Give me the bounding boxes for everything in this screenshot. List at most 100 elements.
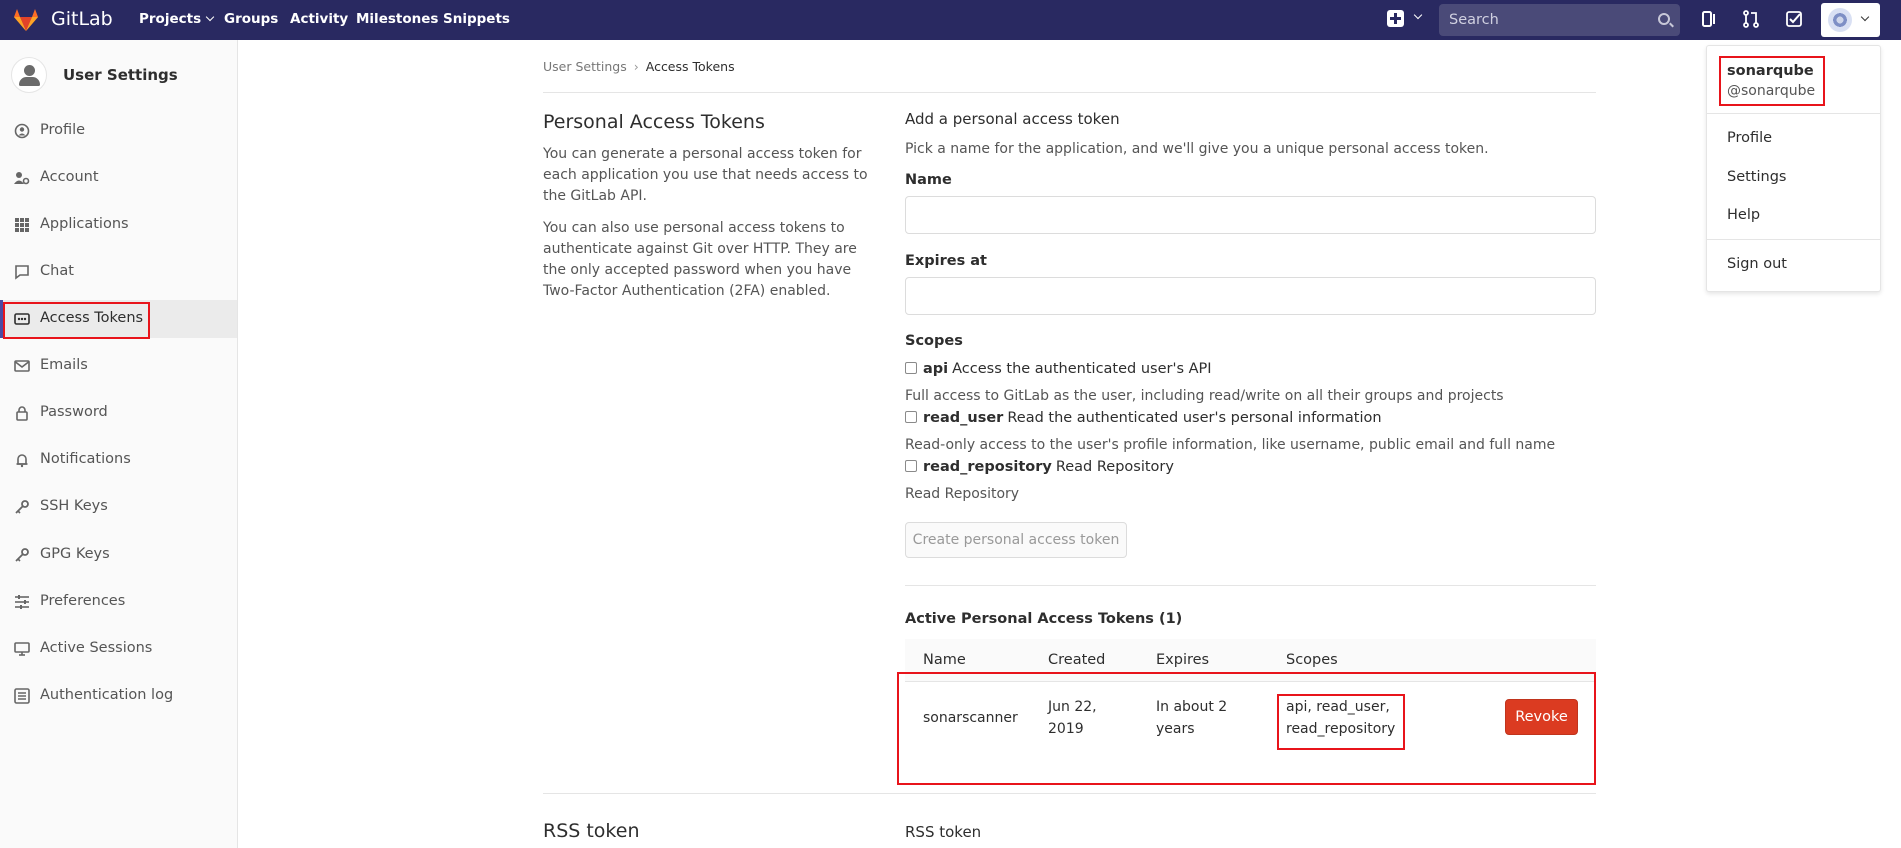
gitlab-logo-icon[interactable] (13, 7, 39, 33)
sidebar-title: User Settings (63, 66, 178, 84)
issues-icon[interactable] (1700, 10, 1718, 28)
sidebar-item-profile[interactable]: Profile (0, 112, 237, 150)
applications-icon (15, 218, 29, 232)
scope-api-description: Full access to GitLab as the user, inclu… (905, 388, 1504, 404)
token-icon (14, 313, 30, 325)
scope-api-label[interactable]: api Access the authenticated user's API (923, 361, 1212, 377)
chevron-down-icon (205, 12, 215, 22)
sidebar-header[interactable]: User Settings (0, 54, 237, 96)
new-item-plus-icon[interactable] (1387, 10, 1404, 27)
scope-read-repository-label[interactable]: read_repository Read Repository (923, 459, 1174, 475)
search-box[interactable] (1439, 4, 1680, 36)
sidebar-item-preferences[interactable]: Preferences (0, 583, 237, 621)
sidebar-item-account[interactable]: Account (0, 159, 237, 197)
nav-groups[interactable]: Groups (224, 11, 278, 27)
user-dropdown-menu: sonarqube @sonarqube Profile Settings He… (1706, 45, 1881, 292)
scope-api-checkbox[interactable] (905, 362, 917, 374)
menu-item-help[interactable]: Help (1727, 207, 1760, 223)
breadcrumb-access-tokens[interactable]: Access Tokens (646, 59, 735, 74)
sidebar-item-label: Profile (40, 122, 86, 138)
brand-name[interactable]: GitLab (51, 8, 113, 30)
sidebar-item-label: Account (40, 169, 99, 185)
sidebar-item-label: Notifications (40, 451, 131, 467)
create-token-button[interactable]: Create personal access token (905, 522, 1127, 558)
pat-title: Personal Access Tokens (543, 111, 765, 133)
profile-icon (14, 123, 30, 139)
revoke-button[interactable]: Revoke (1505, 699, 1578, 735)
created-line-1: Jun 22, (1048, 699, 1097, 715)
sidebar-item-access-tokens[interactable]: Access Tokens (0, 300, 237, 338)
scope-read-user-checkbox[interactable] (905, 411, 917, 423)
scope-read-user-description: Read-only access to the user's profile i… (905, 437, 1556, 453)
sidebar-item-chat[interactable]: Chat (0, 253, 237, 291)
avatar (1828, 8, 1852, 32)
sidebar-item-label: SSH Keys (40, 498, 108, 514)
breadcrumb-user-settings[interactable]: User Settings (543, 59, 627, 74)
sidebar-item-label: Chat (40, 263, 74, 279)
sidebar-item-label: Access Tokens (40, 310, 144, 326)
column-header-created: Created (1048, 652, 1106, 668)
sidebar-item-password[interactable]: Password (0, 394, 237, 432)
menu-item-settings[interactable]: Settings (1727, 169, 1786, 185)
divider (543, 92, 1596, 93)
scope-read-repository-description: Read Repository (905, 486, 1020, 502)
add-token-subheading: Pick a name for the application, and we'… (905, 141, 1489, 157)
sidebar-item-applications[interactable]: Applications (0, 206, 237, 244)
user-settings-avatar-icon (11, 57, 47, 93)
scope-read-user-label[interactable]: read_user Read the authenticated user's p… (923, 410, 1382, 426)
key-icon (15, 500, 29, 514)
sidebar-item-label: Preferences (40, 593, 126, 609)
token-scopes-cell: api, read_user, read_repository (1286, 696, 1395, 740)
breadcrumb: User Settings › Access Tokens (543, 59, 735, 74)
sidebar-item-notifications[interactable]: Notifications (0, 441, 237, 479)
dropdown-handle: @sonarqube (1727, 83, 1816, 99)
divider (905, 585, 1596, 586)
rss-right-title: RSS token (905, 823, 982, 841)
user-avatar-button[interactable] (1821, 3, 1880, 37)
nav-milestones[interactable]: Milestones (356, 11, 438, 27)
sidebar-item-active-sessions[interactable]: Active Sessions (0, 630, 237, 668)
search-input[interactable] (1439, 4, 1639, 36)
active-tokens-title: Active Personal Access Tokens (1) (905, 611, 1183, 627)
nav-snippets[interactable]: Snippets (443, 11, 510, 27)
created-line-2: 2019 (1048, 721, 1084, 737)
name-label: Name (905, 172, 952, 188)
token-expires-cell: In about 2 years (1156, 696, 1227, 740)
settings-sidebar: User Settings Profile Account Applicatio… (0, 40, 238, 848)
sidebar-item-label: Active Sessions (40, 640, 153, 656)
expires-at-input[interactable] (905, 277, 1596, 315)
monitor-icon (14, 642, 30, 656)
scope-read-repository-title: Read Repository (1055, 459, 1174, 475)
column-header-expires: Expires (1156, 652, 1210, 668)
sidebar-item-authentication-log[interactable]: Authentication log (0, 677, 237, 715)
sidebar-item-label: Applications (40, 216, 129, 232)
chevron-down-icon[interactable] (1413, 10, 1423, 20)
token-name-input[interactable] (905, 196, 1596, 234)
sidebar-item-gpg-keys[interactable]: GPG Keys (0, 536, 237, 574)
divider (1707, 239, 1880, 240)
sidebar-item-emails[interactable]: Emails (0, 347, 237, 385)
pat-description-2: You can also use personal access tokens … (543, 220, 857, 299)
sidebar-item-label: Emails (40, 357, 88, 373)
scopes-line-2: read_repository (1286, 721, 1396, 737)
expires-line-2: years (1156, 721, 1195, 737)
top-navbar: GitLab Projects Groups Activity Mileston… (0, 0, 1901, 40)
menu-item-profile[interactable]: Profile (1727, 130, 1772, 146)
add-token-heading: Add a personal access token (905, 110, 1120, 128)
expires-line-1: In about 2 (1156, 699, 1228, 715)
divider (1707, 113, 1880, 114)
scope-read-repository-checkbox[interactable] (905, 460, 917, 472)
merge-request-icon[interactable] (1742, 10, 1760, 28)
sidebar-item-ssh-keys[interactable]: SSH Keys (0, 488, 237, 526)
scopes-line-1: api, read_user, (1286, 699, 1390, 715)
menu-item-sign-out[interactable]: Sign out (1727, 256, 1787, 272)
nav-activity[interactable]: Activity (290, 11, 348, 27)
breadcrumb-separator: › (633, 59, 639, 74)
mail-icon (14, 360, 30, 372)
nav-projects[interactable]: Projects (139, 11, 215, 27)
lock-icon (16, 406, 28, 421)
search-icon[interactable] (1658, 13, 1670, 25)
todo-check-icon[interactable] (1785, 10, 1803, 28)
list-icon (14, 688, 30, 704)
scopes-label: Scopes (905, 333, 963, 349)
